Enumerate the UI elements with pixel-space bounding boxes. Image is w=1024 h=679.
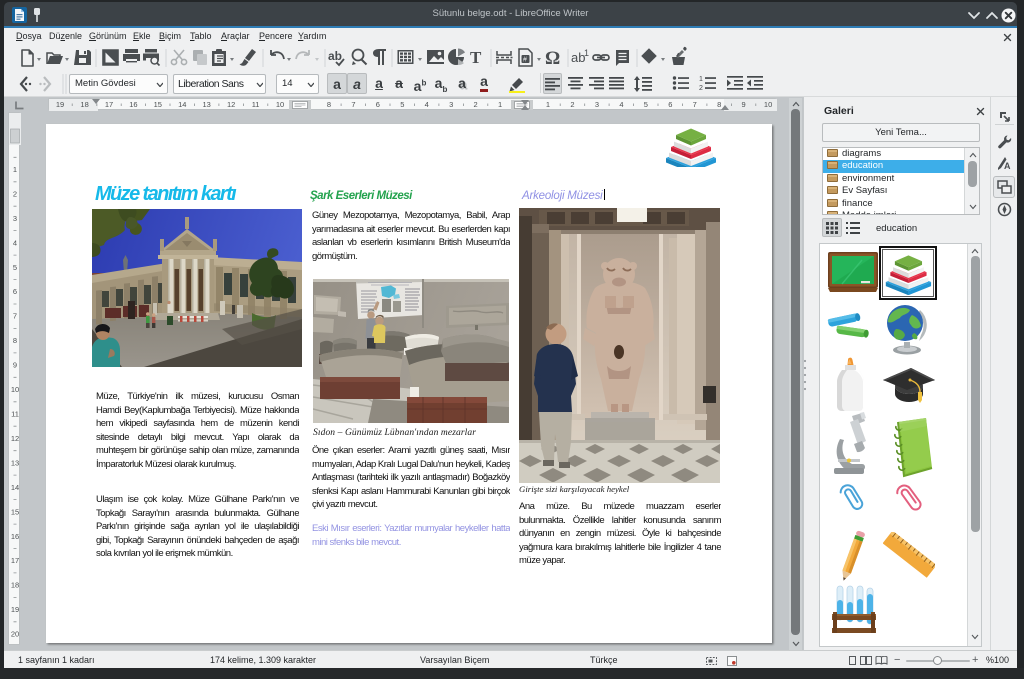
svg-text:T: T xyxy=(470,48,482,67)
svg-text:1: 1 xyxy=(699,76,703,83)
svg-text:20: 20 xyxy=(11,630,19,639)
svg-text:16: 16 xyxy=(11,532,19,541)
svg-text:17: 17 xyxy=(11,556,19,565)
svg-text:2: 2 xyxy=(13,190,17,199)
svg-text:12: 12 xyxy=(11,434,19,443)
svg-text:14: 14 xyxy=(178,100,186,109)
svg-text:13: 13 xyxy=(203,100,211,109)
svg-text:A: A xyxy=(1004,161,1011,171)
svg-text:16: 16 xyxy=(129,100,137,109)
svg-text:15: 15 xyxy=(154,100,162,109)
svg-text:12: 12 xyxy=(227,100,235,109)
svg-text:6: 6 xyxy=(13,287,17,296)
svg-text:18: 18 xyxy=(11,581,19,590)
svg-text:11: 11 xyxy=(252,100,260,109)
svg-text:4: 4 xyxy=(425,100,429,109)
svg-text:10: 10 xyxy=(11,385,19,394)
svg-text:10: 10 xyxy=(276,100,284,109)
svg-text:1: 1 xyxy=(498,100,502,109)
svg-text:2: 2 xyxy=(699,85,703,91)
svg-text:19: 19 xyxy=(56,100,64,109)
svg-text:10: 10 xyxy=(764,100,772,109)
svg-text:1: 1 xyxy=(546,100,550,109)
svg-text:15: 15 xyxy=(11,507,19,516)
svg-text:2: 2 xyxy=(570,100,574,109)
svg-text:17: 17 xyxy=(105,100,113,109)
svg-text:3: 3 xyxy=(13,214,17,223)
svg-text:11: 11 xyxy=(11,410,19,419)
svg-text:#: # xyxy=(523,57,527,64)
svg-text:9: 9 xyxy=(13,361,17,370)
svg-text:7: 7 xyxy=(13,312,17,321)
svg-text:6: 6 xyxy=(668,100,672,109)
svg-text:8: 8 xyxy=(13,336,17,345)
svg-text:2: 2 xyxy=(474,100,478,109)
svg-text:Ω: Ω xyxy=(545,48,560,69)
svg-text:9: 9 xyxy=(742,100,746,109)
svg-text:ab: ab xyxy=(328,49,342,63)
svg-text:8: 8 xyxy=(327,100,331,109)
svg-text:14: 14 xyxy=(11,483,19,492)
svg-text:1: 1 xyxy=(584,48,589,58)
svg-text:4: 4 xyxy=(619,100,623,109)
svg-text:13: 13 xyxy=(11,458,19,467)
svg-text:7: 7 xyxy=(693,100,697,109)
svg-text:5: 5 xyxy=(400,100,404,109)
svg-text:19: 19 xyxy=(11,605,19,614)
svg-text:4: 4 xyxy=(13,238,17,247)
svg-text:18: 18 xyxy=(80,100,88,109)
svg-text:8: 8 xyxy=(717,100,721,109)
svg-text:3: 3 xyxy=(595,100,599,109)
svg-text:1: 1 xyxy=(13,165,17,174)
svg-text:5: 5 xyxy=(13,263,17,272)
svg-text:3: 3 xyxy=(449,100,453,109)
svg-text:5: 5 xyxy=(644,100,648,109)
svg-text:7: 7 xyxy=(351,100,355,109)
svg-text:6: 6 xyxy=(376,100,380,109)
